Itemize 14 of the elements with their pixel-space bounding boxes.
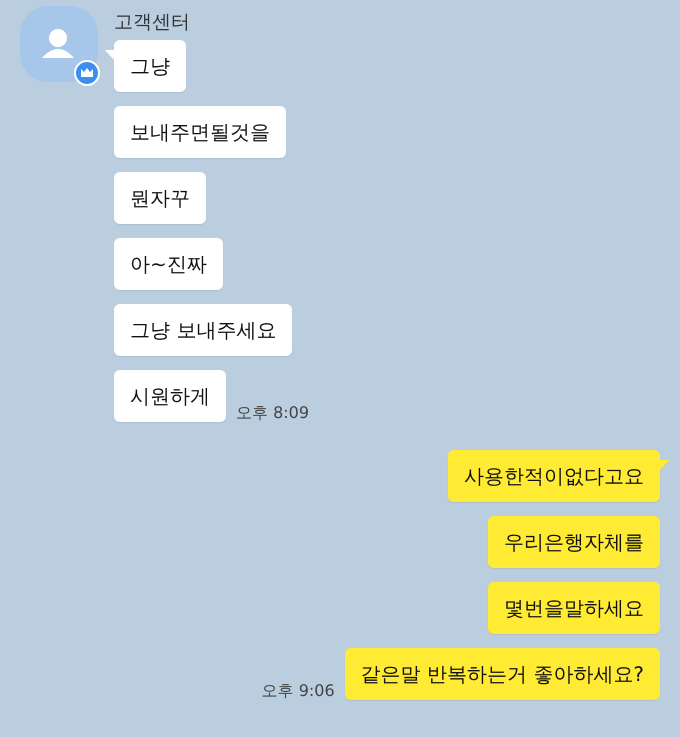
crown-badge-icon: [74, 60, 100, 86]
message-bubble: 뭔자꾸: [114, 172, 206, 224]
message-bubble: 그냥: [114, 40, 186, 92]
message-bubble: 같은말 반복하는거 좋아하세요?: [344, 648, 660, 700]
message-bubble: 사용한적이없다고요: [448, 450, 660, 502]
sender-name: 고객센터: [114, 10, 190, 34]
message-bubble: 시원하게: [114, 370, 226, 422]
message-bubble: 아~진짜: [114, 238, 223, 290]
message-bubble: 몇번을말하세요: [488, 582, 660, 634]
timestamp: 오후 9:06: [262, 682, 335, 700]
timestamp: 오후 8:09: [236, 404, 310, 422]
message-bubble: 그냥 보내주세요: [114, 304, 292, 356]
message-bubble: 보내주면될것을: [114, 106, 286, 158]
message-bubble: 우리은행자체를: [488, 516, 660, 568]
